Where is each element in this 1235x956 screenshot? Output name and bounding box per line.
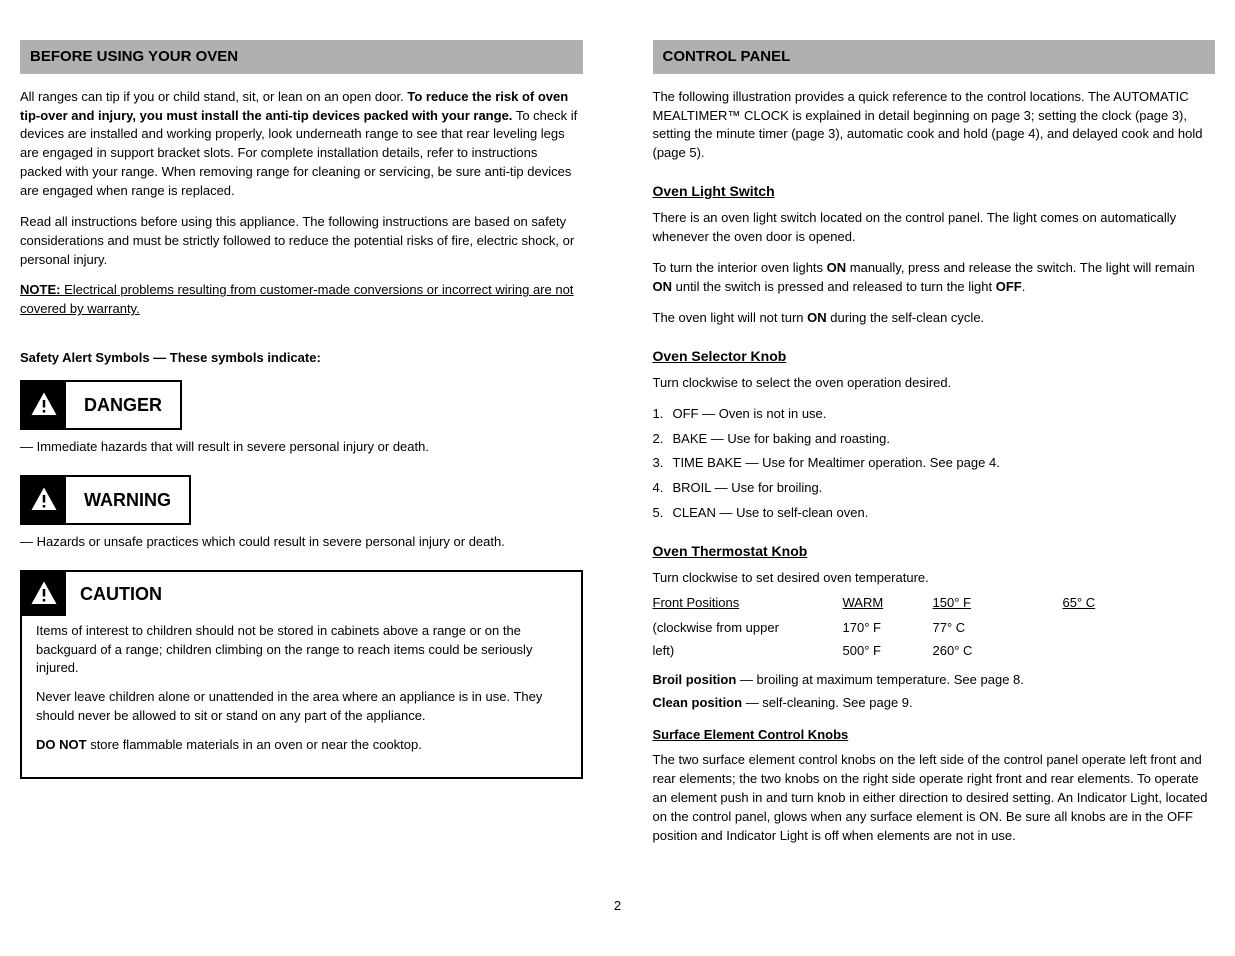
thermostat-broil: Broil position — broiling at maximum tem…: [653, 671, 1216, 690]
front-positions-header: Front Positions WARM 150° F 65° C: [653, 594, 1216, 613]
cell: [1063, 619, 1216, 638]
list-item: 3.TIME BAKE — Use for Mealtimer operatio…: [653, 454, 1216, 473]
label: Broil position: [653, 672, 737, 687]
caution-p3: DO NOT store flammable materials in an o…: [36, 736, 567, 755]
list-text: OFF — Oven is not in use.: [673, 405, 1216, 424]
alert-triangle-icon: [22, 382, 66, 428]
txt: To turn the interior oven lights: [653, 260, 827, 275]
subhead-oven-selector: Oven Selector Knob: [653, 346, 1216, 366]
caution-p2: Never leave children alone or unattended…: [36, 688, 567, 726]
list-item: 5.CLEAN — Use to self-clean oven.: [653, 504, 1216, 523]
list-num: 3.: [653, 454, 673, 473]
list-num: 4.: [653, 479, 673, 498]
warning-label: WARNING: [66, 477, 189, 523]
note-label: NOTE:: [20, 282, 64, 297]
on-text: ON: [807, 310, 827, 325]
txt: during the self-clean cycle.: [827, 310, 985, 325]
caution-body: Items of interest to children should not…: [22, 616, 581, 777]
right-section-title: CONTROL PANEL: [653, 40, 1216, 74]
subhead-oven-light: Oven Light Switch: [653, 181, 1216, 201]
left-column: BEFORE USING YOUR OVEN All ranges can ti…: [20, 40, 583, 857]
thermostat-line1: Turn clockwise to set desired oven tempe…: [653, 569, 1216, 588]
txt: .: [1022, 279, 1026, 294]
cell: (clockwise from upper: [653, 619, 843, 638]
off-text: OFF: [996, 279, 1022, 294]
danger-row: DANGER: [20, 380, 583, 442]
list-text: CLEAN — Use to self-clean oven.: [673, 504, 1216, 523]
txt: — broiling at maximum temperature. See p…: [740, 672, 1024, 687]
fp-col2: WARM: [843, 594, 933, 613]
list-item: 2.BAKE — Use for baking and roasting.: [653, 430, 1216, 449]
txt: manually, press and release the switch. …: [846, 260, 1195, 275]
page-number: 2: [20, 897, 1215, 916]
oven-selector-list: 1.OFF — Oven is not in use. 2.BAKE — Use…: [653, 405, 1216, 523]
caution-p3-rest: store flammable materials in an oven or …: [90, 737, 422, 752]
on-text: ON: [827, 260, 847, 275]
cell: left): [653, 642, 843, 661]
list-num: 5.: [653, 504, 673, 523]
alert-triangle-icon: [22, 477, 66, 523]
alert-triangle-icon: [22, 572, 66, 616]
txt: — self-cleaning. See page 9.: [746, 695, 913, 710]
cell: 500° F: [843, 642, 933, 661]
caution-p3-donot: DO NOT: [36, 737, 87, 752]
oven-light-p2: To turn the interior oven lights ON manu…: [653, 259, 1216, 297]
tip-over-paragraph: All ranges can tip if you or child stand…: [20, 88, 583, 201]
list-num: 2.: [653, 430, 673, 449]
left-section-title: BEFORE USING YOUR OVEN: [20, 40, 583, 74]
read-instructions-paragraph: Read all instructions before using this …: [20, 213, 583, 270]
list-text: TIME BAKE — Use for Mealtimer operation.…: [673, 454, 1216, 473]
table-row: left) 500° F 260° C: [653, 642, 1216, 661]
caution-header: CAUTION: [22, 572, 581, 616]
cell: 77° C: [933, 619, 1063, 638]
list-text: BAKE — Use for baking and roasting.: [673, 430, 1216, 449]
warning-definition: — Hazards or unsafe practices which coul…: [20, 533, 583, 552]
subhead-oven-thermostat: Oven Thermostat Knob: [653, 541, 1216, 561]
oven-light-p3: The oven light will not turn ON during t…: [653, 309, 1216, 328]
on-text: ON: [653, 279, 673, 294]
list-item: 1.OFF — Oven is not in use.: [653, 405, 1216, 424]
fp-col3: 150° F: [933, 594, 1063, 613]
safety-alert-intro: Safety Alert Symbols — These symbols ind…: [20, 349, 583, 368]
oven-selector-intro: Turn clockwise to select the oven operat…: [653, 374, 1216, 393]
surface-elements-paragraph: The two surface element control knobs on…: [653, 751, 1216, 845]
tip-over-intro: All ranges can tip if you or child stand…: [20, 89, 407, 104]
warning-signal-box: WARNING: [20, 475, 191, 525]
label: Clean position: [653, 695, 743, 710]
control-panel-intro: The following illustration provides a qu…: [653, 88, 1216, 163]
cell: 260° C: [933, 642, 1063, 661]
list-text: BROIL — Use for broiling.: [673, 479, 1216, 498]
note-paragraph: NOTE: Electrical problems resulting from…: [20, 281, 583, 319]
fp-col4: 65° C: [1063, 594, 1216, 613]
caution-box: CAUTION Items of interest to children sh…: [20, 570, 583, 779]
subhead-text: Oven Thermostat Knob: [653, 543, 808, 559]
warning-row: WARNING: [20, 475, 583, 537]
fp-col1: Front Positions: [653, 594, 843, 613]
danger-signal-box: DANGER: [20, 380, 182, 430]
danger-label: DANGER: [66, 382, 180, 428]
subhead-surface-elements: Surface Element Control Knobs: [653, 726, 1216, 745]
txt: The oven light will not turn: [653, 310, 808, 325]
danger-definition: — Immediate hazards that will result in …: [20, 438, 583, 457]
caution-label: CAUTION: [66, 573, 176, 615]
right-column: CONTROL PANEL The following illustration…: [653, 40, 1216, 857]
list-item: 4.BROIL — Use for broiling.: [653, 479, 1216, 498]
table-row: (clockwise from upper 170° F 77° C: [653, 619, 1216, 638]
note-text: Electrical problems resulting from custo…: [20, 282, 573, 316]
list-num: 1.: [653, 405, 673, 424]
cell: 170° F: [843, 619, 933, 638]
txt: until the switch is pressed and released…: [672, 279, 996, 294]
cell: [1063, 642, 1216, 661]
caution-p1: Items of interest to children should not…: [36, 622, 567, 679]
thermostat-clean: Clean position — self-cleaning. See page…: [653, 694, 1216, 713]
oven-light-p1: There is an oven light switch located on…: [653, 209, 1216, 247]
